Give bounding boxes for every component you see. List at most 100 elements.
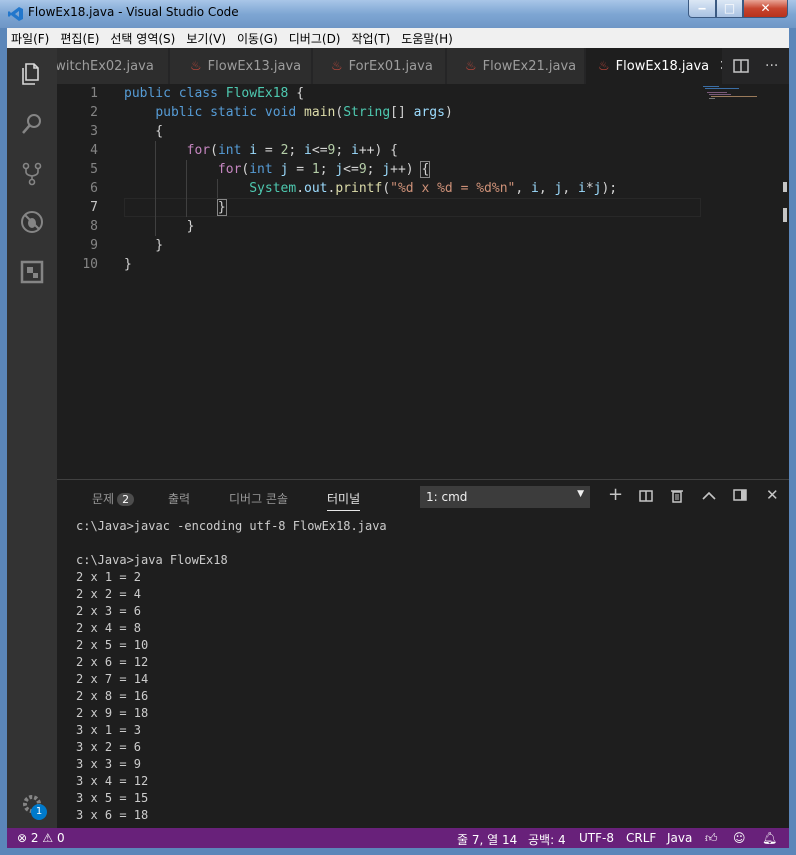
vscode-window: FlowEx18.java - Visual Studio Code ‒ □ ✕… <box>0 0 796 855</box>
menu-view[interactable]: 보기(V) <box>186 30 226 47</box>
menu-go[interactable]: 이동(G) <box>237 30 278 47</box>
menu-selection[interactable]: 선택 영역(S) <box>110 30 175 47</box>
terminal-line: 2 x 6 = 12 <box>76 655 149 669</box>
line-number: 8 <box>90 219 98 234</box>
java-file-icon: ♨ <box>598 58 610 74</box>
line-number: 5 <box>90 162 98 177</box>
code-line: } <box>124 238 164 253</box>
java-file-icon: ♨ <box>465 58 477 74</box>
smiley-icon[interactable]: ☺ <box>733 831 746 845</box>
java-file-icon: ♨ <box>331 58 343 74</box>
minimize-button[interactable]: ‒ <box>688 0 716 18</box>
terminal-line: 2 x 7 = 14 <box>76 672 149 686</box>
line-number: 10 <box>82 257 98 272</box>
close-panel-icon[interactable]: ✕ <box>766 486 779 504</box>
terminal-line: 2 x 8 = 16 <box>76 689 149 703</box>
problems-count-badge: 2 <box>117 493 135 506</box>
close-tab-icon[interactable]: ✕ <box>719 58 722 74</box>
menu-tasks[interactable]: 작업(T) <box>352 30 391 47</box>
tab-label: FlowEx13.java <box>207 58 302 74</box>
maximize-button[interactable]: □ <box>716 0 743 18</box>
debug-icon[interactable] <box>20 210 44 234</box>
cursor-position[interactable]: 줄 7, 열 14 <box>457 831 517 848</box>
menu-bar: 파일(F) 편집(E) 선택 영역(S) 보기(V) 이동(G) 디버그(D) … <box>7 28 789 48</box>
terminal-output[interactable]: c:\Java>javac -encoding utf-8 FlowEx18.j… <box>76 518 387 824</box>
tab-switchex02[interactable]: SwitchEx02.java <box>57 48 169 84</box>
terminal-line: 3 x 2 = 6 <box>76 740 142 754</box>
close-window-button[interactable]: ✕ <box>743 0 788 18</box>
search-icon[interactable] <box>20 112 44 136</box>
terminal-line: c:\Java>java FlowEx18 <box>76 553 228 567</box>
code-editor[interactable]: 1 public class FlowEx18 { 2 public static… <box>57 84 789 479</box>
code-line: public static void main(String[] args) <box>155 105 453 120</box>
tab-debug-console[interactable]: 디버그 콘솔 <box>229 490 288 507</box>
split-terminal-icon[interactable] <box>639 490 653 502</box>
menu-edit[interactable]: 편집(E) <box>60 30 99 47</box>
tab-label: SwitchEx02.java <box>57 58 154 74</box>
trash-icon[interactable] <box>671 489 683 503</box>
tab-label: ForEx01.java <box>348 58 433 74</box>
tab-problems[interactable]: 문제 2 <box>92 490 135 507</box>
tab-forex01[interactable]: ♨ ForEx01.java <box>313 48 446 84</box>
line-number: 9 <box>90 238 98 253</box>
terminal-line: 3 x 1 = 3 <box>76 723 142 737</box>
java-file-icon: ♨ <box>190 58 202 74</box>
code-line: { <box>124 124 164 139</box>
menu-help[interactable]: 도움말(H) <box>401 30 453 47</box>
line-number: 7 <box>90 200 98 215</box>
language-mode[interactable]: Java <box>667 831 692 845</box>
code-line: for(int i = 2; i<=9; i++) { <box>186 143 398 158</box>
terminal-line: 2 x 5 = 10 <box>76 638 149 652</box>
workbench: 1 SwitchEx02.java ♨ FlowEx13.java ♨ ForE… <box>7 48 789 848</box>
terminal-line: 3 x 4 = 12 <box>76 774 149 788</box>
minimap[interactable] <box>702 84 789 479</box>
terminal-selector[interactable]: 1: cmd ▼ <box>420 486 590 508</box>
extensions-icon[interactable] <box>20 260 44 284</box>
code-line: } <box>216 199 227 216</box>
tab-flowex18[interactable]: ♨ FlowEx18.java ✕ <box>586 48 723 84</box>
tweet-feedback-icon[interactable]: 👍︎ <box>705 831 718 846</box>
terminal-line: 3 x 5 = 15 <box>76 791 149 805</box>
status-bar: ⊗ 2 ⚠ 0 줄 7, 열 14 공백: 4 UTF-8 CRLF Java … <box>7 828 789 848</box>
terminal-line: 3 x 3 = 9 <box>76 757 142 771</box>
code-line: System.out.printf("%d x %d = %d%n", i, j… <box>249 181 618 196</box>
code-line: public class FlowEx18 { <box>124 86 305 101</box>
terminal-line: c:\Java>javac -encoding utf-8 FlowEx18.j… <box>76 519 387 533</box>
more-actions-icon[interactable]: ··· <box>765 48 778 84</box>
code-line: } <box>124 257 132 272</box>
terminal-line: 2 x 4 = 8 <box>76 621 142 635</box>
panel-position-icon[interactable] <box>733 489 747 501</box>
tab-flowex21[interactable]: ♨ FlowEx21.java <box>447 48 585 84</box>
explorer-icon[interactable] <box>20 62 44 86</box>
tab-terminal[interactable]: 터미널 <box>327 490 361 511</box>
error-icon: ⊗ <box>17 831 28 845</box>
split-editor-icon[interactable] <box>733 48 749 84</box>
title-bar: FlowEx18.java - Visual Studio Code ‒ □ ✕ <box>0 0 796 28</box>
line-number: 2 <box>90 105 98 120</box>
code-line: for(int j = 1; j<=9; j++) { <box>217 161 431 178</box>
problems-status[interactable]: ⊗ 2 ⚠ 0 <box>17 831 65 845</box>
warning-icon: ⚠ <box>42 831 54 845</box>
end-of-line[interactable]: CRLF <box>626 831 656 845</box>
menu-file[interactable]: 파일(F) <box>11 30 49 47</box>
indentation[interactable]: 공백: 4 <box>528 831 566 848</box>
menu-debug[interactable]: 디버그(D) <box>289 30 341 47</box>
maximize-panel-icon[interactable] <box>702 491 716 500</box>
terminal-line: 2 x 1 = 2 <box>76 570 142 584</box>
editor-tabs: SwitchEx02.java ♨ FlowEx13.java ♨ ForEx0… <box>57 48 789 84</box>
terminal-line: 2 x 2 = 4 <box>76 587 142 601</box>
encoding[interactable]: UTF-8 <box>579 831 614 845</box>
vscode-logo-icon <box>8 7 23 21</box>
line-number: 1 <box>90 86 98 101</box>
notifications-bell-icon[interactable]: 🔔︎ <box>762 831 777 845</box>
tab-flowex13[interactable]: ♨ FlowEx13.java <box>170 48 312 84</box>
tab-output[interactable]: 출력 <box>168 490 190 507</box>
new-terminal-icon[interactable]: + <box>608 484 623 505</box>
tab-label: FlowEx18.java <box>615 58 710 74</box>
terminal-line: 2 x 3 = 6 <box>76 604 142 618</box>
line-number: 3 <box>90 124 98 139</box>
scrollbar-marker <box>783 208 787 222</box>
source-control-icon[interactable] <box>20 162 44 186</box>
activity-bar: 1 <box>7 48 57 828</box>
